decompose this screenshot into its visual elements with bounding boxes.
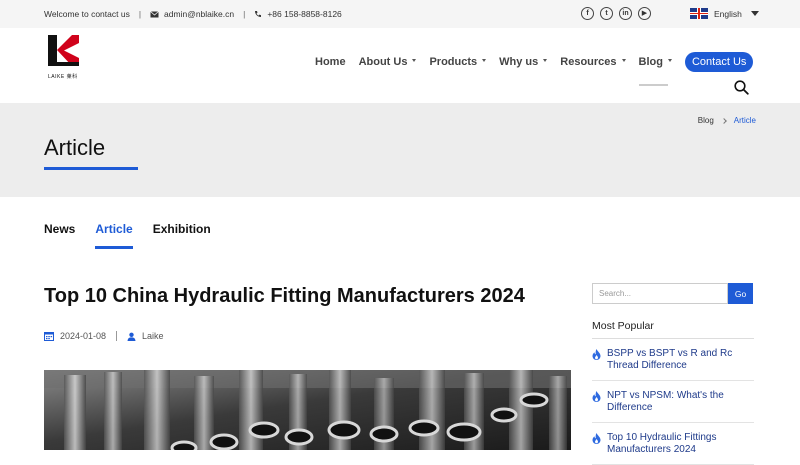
main-nav: Home About Us Products Why us Resources … xyxy=(315,52,754,86)
site-header: LAIKE 莱科 Home About Us Products Why us R… xyxy=(0,28,800,103)
social-links: f t in ▶ xyxy=(581,7,651,20)
breadcrumb: Blog Article xyxy=(698,116,756,125)
nav-item-resources[interactable]: Resources xyxy=(560,52,626,72)
nav-item-about-us[interactable]: About Us xyxy=(359,52,417,72)
phone-link[interactable]: +86 158-8858-8126 xyxy=(254,9,342,19)
most-popular-heading: Most Popular xyxy=(592,320,754,339)
nav-item-blog[interactable]: Blog xyxy=(638,52,672,86)
title-underline xyxy=(44,167,138,170)
article-meta: 2024-01-08 Laike xyxy=(44,331,164,341)
flame-icon xyxy=(592,391,601,402)
breadcrumb-blog-link[interactable]: Blog xyxy=(698,116,714,125)
nav-label: Products xyxy=(429,56,478,68)
breadcrumb-current: Article xyxy=(733,116,756,125)
nav-label: Home xyxy=(315,56,346,68)
nav-item-products[interactable]: Products xyxy=(429,52,487,72)
nav-label: Blog xyxy=(638,56,663,68)
hydraulic-fittings-photo xyxy=(44,370,571,450)
chevron-down-icon xyxy=(412,58,417,62)
tab-article[interactable]: Article xyxy=(95,222,134,249)
nav-label: Why us xyxy=(499,56,539,68)
page-title: Article xyxy=(44,135,106,160)
logo-mark xyxy=(48,35,79,66)
popular-item[interactable]: Top 10 Hydraulic Fittings Manufacturers … xyxy=(592,423,754,465)
uk-flag-icon xyxy=(690,8,708,19)
top-bar: Welcome to contact us | admin@nblaike.cn… xyxy=(0,0,800,28)
email-link[interactable]: admin@nblaike.cn xyxy=(150,9,234,19)
nav-item-home[interactable]: Home xyxy=(315,52,346,72)
popular-item-label: NPT vs NPSM: What's the Difference xyxy=(607,390,724,413)
contact-us-button[interactable]: Contact Us xyxy=(684,52,754,72)
chevron-down-icon xyxy=(621,58,626,62)
flame-icon xyxy=(592,433,601,444)
user-icon xyxy=(127,332,136,341)
nav-label: Resources xyxy=(560,56,617,68)
popular-item-label: BSPP vs BSPT vs R and Rc Thread Differen… xyxy=(607,348,733,371)
chevron-down-icon xyxy=(543,58,548,62)
search-input[interactable] xyxy=(592,283,728,304)
mail-icon xyxy=(150,10,159,17)
divider xyxy=(116,331,118,341)
popular-item-label: Top 10 Hydraulic Fittings Manufacturers … xyxy=(607,432,717,455)
tab-exhibition[interactable]: Exhibition xyxy=(153,222,211,236)
popular-item[interactable]: NPT vs NPSM: What's the Difference xyxy=(592,381,754,423)
language-selector[interactable]: English xyxy=(690,8,759,19)
article-title: Top 10 China Hydraulic Fitting Manufactu… xyxy=(44,285,525,307)
phone-icon xyxy=(255,11,262,17)
language-label: English xyxy=(714,8,742,19)
nav-label: About Us xyxy=(358,56,408,68)
chevron-down-icon xyxy=(482,58,487,62)
nav-item-why-us[interactable]: Why us xyxy=(499,52,548,72)
page-banner: Blog Article Article xyxy=(0,103,800,197)
article-hero-image xyxy=(44,370,571,450)
calendar-icon xyxy=(44,332,54,341)
article-date: 2024-01-08 xyxy=(60,331,107,341)
category-tabs: News Article Exhibition xyxy=(44,222,231,249)
phone-label: +86 158-8858-8126 xyxy=(267,9,342,19)
chevron-down-icon xyxy=(667,58,672,62)
sidebar: Go Most Popular BSPP vs BSPT vs R and Rc… xyxy=(592,283,754,465)
linkedin-icon[interactable]: in xyxy=(619,7,632,20)
divider: | xyxy=(138,9,142,19)
welcome-text: Welcome to contact us xyxy=(44,9,130,19)
article-author: Laike xyxy=(142,331,164,341)
welcome-label: Welcome to contact us xyxy=(44,9,130,19)
popular-item[interactable]: BSPP vs BSPT vs R and Rc Thread Differen… xyxy=(592,339,754,381)
facebook-icon[interactable]: f xyxy=(581,7,594,20)
tab-news[interactable]: News xyxy=(44,222,75,236)
twitter-icon[interactable]: t xyxy=(600,7,613,20)
search-icon[interactable] xyxy=(734,80,749,95)
youtube-icon[interactable]: ▶ xyxy=(638,7,651,20)
sidebar-search: Go xyxy=(592,283,754,304)
logo[interactable]: LAIKE 莱科 xyxy=(48,35,80,80)
email-label: admin@nblaike.cn xyxy=(164,9,235,19)
chevron-down-icon xyxy=(750,11,759,16)
divider: | xyxy=(243,9,246,19)
flame-icon xyxy=(592,349,601,360)
search-go-button[interactable]: Go xyxy=(728,283,753,304)
chevron-right-icon xyxy=(720,117,727,124)
logo-text: LAIKE 莱科 xyxy=(48,74,78,80)
